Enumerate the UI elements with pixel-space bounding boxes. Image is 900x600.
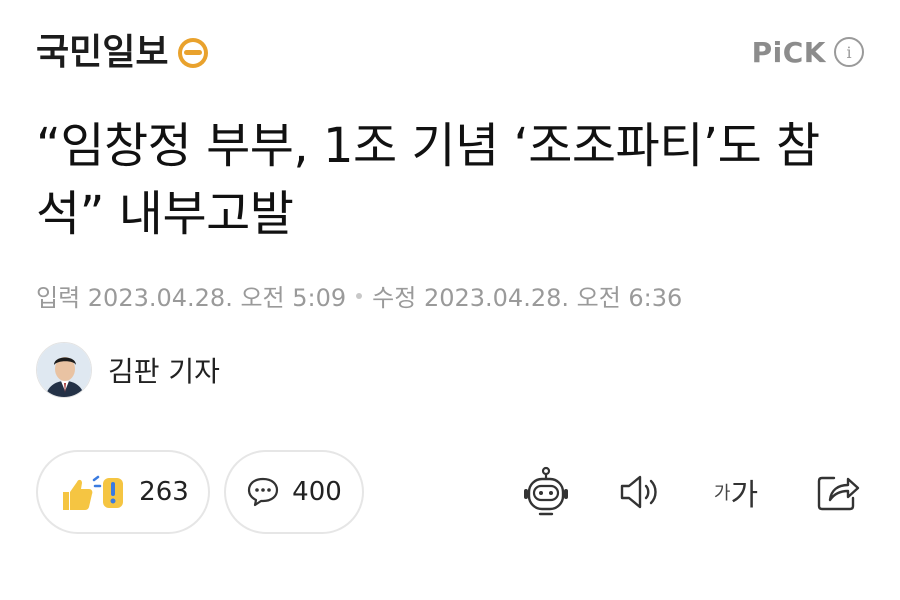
comment-button[interactable]: 400 [224,450,364,534]
publisher-name: 국민일보 [36,32,169,73]
thumbs-up-exclaim-icon [63,475,124,510]
font-size-button[interactable]: 가 가 [706,462,766,522]
smile-badge-icon [178,38,209,68]
avatar-image [37,343,91,397]
published-date: 입력 2023.04.28. 오전 5:09 [36,284,347,312]
reaction-button[interactable]: 263 [36,450,210,534]
article-page: 국민일보 PiCK i “임창정 부부, 1조 기념 ‘조조파티’도 참석” 내… [0,0,900,600]
reaction-count: 263 [139,477,189,507]
font-big-label: 가 [730,478,759,513]
reporter-byline[interactable]: 김판 기자 [36,342,220,398]
read-aloud-button[interactable] [610,462,670,522]
info-icon[interactable]: i [834,37,864,67]
article-dates: 입력 2023.04.28. 오전 5:09 수정 2023.04.28. 오전… [36,278,682,313]
comment-count: 400 [292,477,342,507]
share-button[interactable] [808,462,868,522]
speech-bubble-icon [248,477,279,507]
pick-label: PiCK [751,35,826,69]
pick-badge[interactable]: PiCK i [752,32,864,72]
reporter-avatar[interactable] [36,342,92,398]
font-small-label: 가 [713,483,731,504]
separator-dot [356,292,363,299]
modified-date: 수정 2023.04.28. 오전 6:36 [372,284,683,312]
reporter-name[interactable]: 김판 기자 [108,350,220,390]
summary-bot-button[interactable] [516,462,576,522]
speaker-icon [620,475,657,509]
share-arrow-icon [817,476,860,511]
publisher-logo[interactable]: 국민일보 [36,28,210,78]
robot-icon [524,466,568,516]
article-headline: “임창정 부부, 1조 기념 ‘조조파티’도 참석” 내부고발 [36,118,820,242]
